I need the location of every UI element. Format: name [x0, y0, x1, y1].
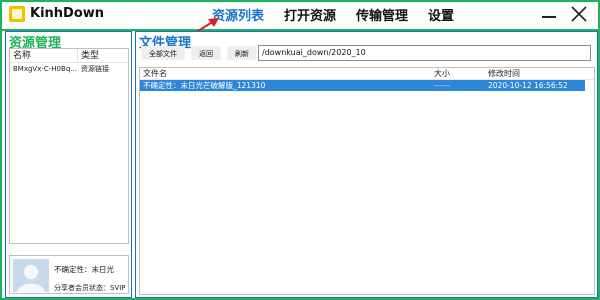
column-header-type[interactable]: 类型 [78, 49, 99, 62]
back-button[interactable]: 返回 [191, 46, 221, 60]
column-header-name[interactable]: 名称 [10, 49, 78, 62]
path-field[interactable]: /downkuai_down/2020_10 [258, 45, 591, 61]
title-bar: KinhDown 资源列表 打开资源 传输管理 设置 [2, 2, 598, 29]
file-table[interactable]: 文件名 大小 修改时间 不确定性：末日光芒破解版_121310 ------ 2… [139, 67, 595, 295]
table-row[interactable]: 不确定性：末日光芒破解版_121310 ------ 2020-10-12 16… [140, 80, 585, 91]
file-name: 不确定性：末日光芒破解版_121310 [143, 81, 266, 90]
list-item[interactable]: BMxgVx-C-H0Bq... 资源链接 [10, 63, 128, 75]
user-avatar-icon [13, 259, 49, 292]
user-name: 不确定性：末日光 [54, 265, 114, 274]
resource-type: 资源链接 [81, 65, 109, 73]
resource-name: BMxgVx-C-H0Bq... [13, 65, 77, 73]
resource-list[interactable]: 名称 类型 BMxgVx-C-H0Bq... 资源链接 [9, 48, 129, 244]
minimize-icon[interactable] [542, 5, 556, 23]
file-size: ------ [434, 81, 451, 90]
nav-transfer-manager[interactable]: 传输管理 [356, 5, 408, 24]
app-window: KinhDown 资源列表 打开资源 传输管理 设置 资源管理 名称 类型 BM… [0, 0, 600, 300]
file-table-header: 文件名 大小 修改时间 [140, 68, 594, 80]
file-panel: 文件管理 全部文件 返回 刷新 /downkuai_down/2020_10 文… [135, 31, 598, 298]
close-icon[interactable] [570, 5, 588, 23]
avatar [13, 259, 49, 292]
refresh-button[interactable]: 刷新 [227, 46, 257, 60]
user-info-box: 不确定性：末日光 分享者会员状态：SVIP [9, 255, 129, 294]
column-header-filename[interactable]: 文件名 [143, 68, 167, 80]
file-toolbar: 全部文件 返回 刷新 [141, 46, 257, 60]
nav-open-resource[interactable]: 打开资源 [284, 5, 336, 24]
resource-list-header: 名称 类型 [10, 49, 128, 63]
app-logo-icon [9, 6, 25, 22]
file-modified: 2020-10-12 16:56:52 [488, 81, 568, 90]
app-title: KinhDown [30, 6, 105, 21]
nav-settings[interactable]: 设置 [428, 5, 454, 24]
column-header-modified[interactable]: 修改时间 [488, 68, 520, 80]
user-vip-status: 分享者会员状态：SVIP [54, 284, 126, 292]
main-nav: 资源列表 打开资源 传输管理 设置 [212, 5, 474, 24]
all-files-button[interactable]: 全部文件 [141, 46, 185, 60]
column-header-size[interactable]: 大小 [434, 68, 450, 80]
resource-panel: 资源管理 名称 类型 BMxgVx-C-H0Bq... 资源链接 不确定性：末日… [5, 31, 132, 298]
